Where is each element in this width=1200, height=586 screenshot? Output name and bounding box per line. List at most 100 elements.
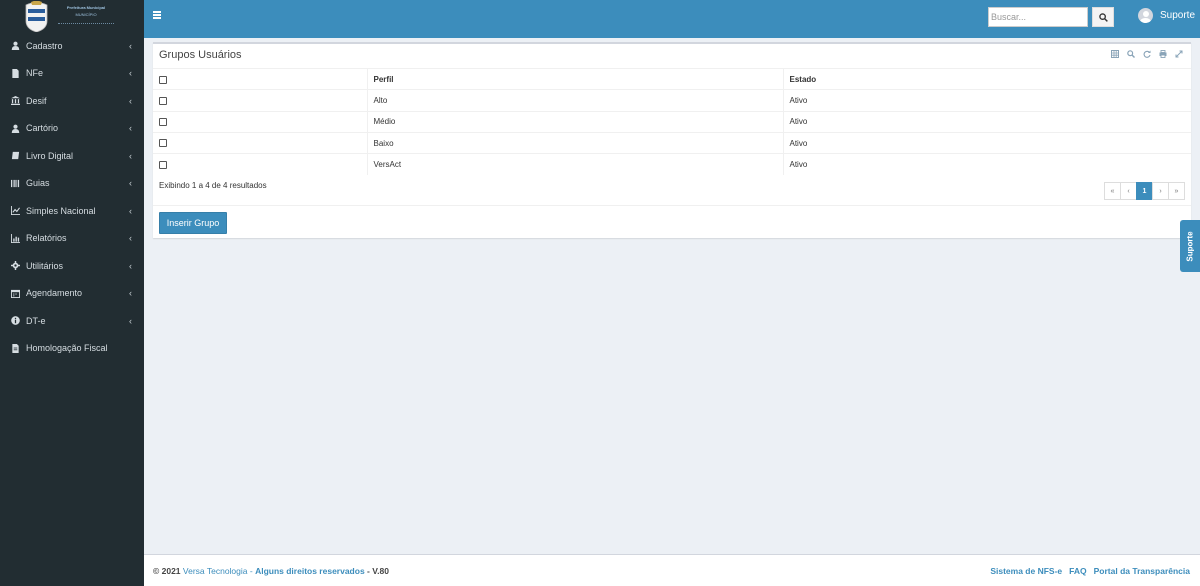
sidebar-item-cartorio[interactable]: Cartório ‹ bbox=[0, 115, 144, 143]
row-checkbox[interactable] bbox=[159, 160, 167, 169]
logo-line-2: MUNICÍPIO bbox=[75, 12, 97, 17]
rights-link[interactable]: Alguns direitos reservados bbox=[255, 566, 365, 576]
sidebar-item-relatorios[interactable]: Relatórios ‹ bbox=[0, 225, 144, 253]
search-icon bbox=[1098, 12, 1108, 22]
column-header-estado[interactable]: Estado bbox=[783, 67, 1191, 90]
refresh-icon[interactable] bbox=[1142, 49, 1151, 58]
row-checkbox[interactable] bbox=[159, 118, 167, 127]
coat-of-arms-icon bbox=[25, 1, 48, 32]
groups-table: Perfil Estado Alto Ativo Médio Ativo Bai… bbox=[153, 67, 1191, 175]
cell-perfil: Médio bbox=[367, 110, 784, 133]
user-icon bbox=[10, 41, 20, 51]
chevron-left-icon: ‹ bbox=[129, 95, 132, 106]
sidebar-item-guias[interactable]: Guias ‹ bbox=[0, 170, 144, 198]
footer-link-faq[interactable]: FAQ bbox=[1069, 566, 1086, 576]
footer-link-transparency[interactable]: Portal da Transparência bbox=[1094, 566, 1190, 576]
row-checkbox[interactable] bbox=[159, 96, 167, 105]
sidebar-item-dte[interactable]: DT-e ‹ bbox=[0, 307, 144, 335]
cell-estado: Ativo bbox=[783, 153, 1191, 175]
line-chart-icon bbox=[10, 206, 20, 216]
cell-perfil: VersAct bbox=[367, 153, 784, 175]
sidebar-item-nfe[interactable]: NFe ‹ bbox=[0, 60, 144, 88]
user-menu[interactable]: Suporte bbox=[1138, 8, 1195, 23]
user-icon bbox=[10, 123, 20, 133]
avatar bbox=[1138, 8, 1153, 23]
cell-estado: Ativo bbox=[783, 131, 1191, 154]
page-prev-button[interactable]: ‹ bbox=[1120, 182, 1137, 200]
chevron-left-icon: ‹ bbox=[129, 233, 132, 244]
footer: © 2021 Versa Tecnologia - Alguns direito… bbox=[144, 554, 1200, 586]
file-text-icon bbox=[10, 343, 20, 353]
page-first-button[interactable]: « bbox=[1104, 182, 1121, 200]
support-tab[interactable]: Suporte bbox=[1180, 220, 1200, 272]
cell-perfil: Alto bbox=[367, 89, 784, 112]
sidebar-item-label: Livro Digital bbox=[26, 150, 74, 161]
book-icon bbox=[10, 151, 20, 161]
table-row[interactable]: Médio Ativo bbox=[153, 110, 1191, 133]
search-input[interactable] bbox=[988, 7, 1088, 27]
sidebar-item-label: Relatórios bbox=[26, 233, 67, 244]
sidebar-menu: Cadastro ‹ NFe ‹ Desif ‹ Cartório ‹ Livr… bbox=[0, 32, 144, 362]
sidebar-item-agendamento[interactable]: Agendamento ‹ bbox=[0, 280, 144, 308]
separator: - bbox=[247, 566, 256, 576]
sidebar: Prefeitura Municipal MUNICÍPIO Cadastro … bbox=[0, 0, 144, 586]
logo-line-1: Prefeitura Municipal bbox=[66, 5, 106, 10]
chevron-left-icon: ‹ bbox=[129, 205, 132, 216]
expand-icon[interactable] bbox=[1174, 49, 1183, 58]
copyright-text: © 2021 bbox=[153, 566, 181, 576]
chevron-left-icon: ‹ bbox=[129, 68, 132, 79]
sidebar-item-label: Desif bbox=[26, 95, 47, 106]
footer-links: Sistema de NFS-e FAQ Portal da Transparê… bbox=[990, 566, 1190, 576]
page-last-button[interactable]: » bbox=[1168, 182, 1185, 200]
sidebar-item-label: NFe bbox=[26, 68, 44, 79]
print-icon[interactable] bbox=[1158, 49, 1167, 58]
logo-divider bbox=[58, 23, 114, 25]
chevron-left-icon: ‹ bbox=[129, 315, 132, 326]
footer-link-nfse[interactable]: Sistema de NFS-e bbox=[990, 566, 1062, 576]
select-all-checkbox[interactable] bbox=[159, 75, 167, 84]
sidebar-item-label: Guias bbox=[26, 178, 50, 189]
sidebar-item-desif[interactable]: Desif ‹ bbox=[0, 87, 144, 115]
gear-icon bbox=[10, 261, 20, 271]
groups-box: Grupos Usuários Perfil Estado Alto Ativo… bbox=[153, 42, 1191, 238]
chevron-left-icon: ‹ bbox=[129, 260, 132, 271]
columns-icon[interactable] bbox=[1110, 49, 1119, 58]
support-tab-label: Suporte bbox=[1185, 230, 1195, 262]
chevron-left-icon: ‹ bbox=[129, 123, 132, 134]
column-header-perfil[interactable]: Perfil bbox=[367, 67, 784, 90]
cell-estado: Ativo bbox=[783, 89, 1191, 112]
box-toolbar bbox=[1110, 49, 1183, 58]
table-row[interactable]: Alto Ativo bbox=[153, 89, 1191, 112]
sidebar-item-simples-nacional[interactable]: Simples Nacional ‹ bbox=[0, 197, 144, 225]
company-link[interactable]: Versa Tecnologia bbox=[183, 566, 248, 576]
page-next-button[interactable]: › bbox=[1152, 182, 1169, 200]
table-row[interactable]: Baixo Ativo bbox=[153, 131, 1191, 154]
search-icon[interactable] bbox=[1126, 49, 1135, 58]
chevron-left-icon: ‹ bbox=[129, 40, 132, 51]
table-row[interactable]: VersAct Ativo bbox=[153, 153, 1191, 175]
sidebar-item-utilitarios[interactable]: Utilitários ‹ bbox=[0, 252, 144, 280]
row-checkbox[interactable] bbox=[159, 139, 167, 148]
sidebar-item-homologacao-fiscal[interactable]: Homologação Fiscal bbox=[0, 335, 144, 363]
bar-chart-icon bbox=[10, 233, 20, 243]
chevron-left-icon: ‹ bbox=[129, 178, 132, 189]
sidebar-item-cadastro[interactable]: Cadastro ‹ bbox=[0, 32, 144, 60]
cell-perfil: Baixo bbox=[367, 131, 784, 154]
page-title: Grupos Usuários bbox=[159, 49, 242, 61]
chevron-left-icon: ‹ bbox=[129, 150, 132, 161]
sidebar-item-livro-digital[interactable]: Livro Digital ‹ bbox=[0, 142, 144, 170]
user-name: Suporte bbox=[1160, 10, 1196, 21]
sidebar-item-label: Agendamento bbox=[26, 288, 83, 299]
sidebar-item-label: Simples Nacional bbox=[26, 205, 96, 216]
barcode-icon bbox=[10, 178, 20, 188]
insert-group-button[interactable]: Inserir Grupo bbox=[159, 212, 227, 234]
top-navbar: Suporte bbox=[144, 0, 1200, 38]
sidebar-item-label: DT-e bbox=[26, 315, 46, 326]
divider bbox=[153, 205, 1191, 206]
search-button[interactable] bbox=[1092, 7, 1114, 27]
hamburger-menu-icon[interactable] bbox=[153, 11, 161, 19]
file-icon bbox=[10, 68, 20, 78]
chevron-left-icon: ‹ bbox=[129, 288, 132, 299]
page-current-button[interactable]: 1 bbox=[1136, 182, 1153, 200]
table-header-row: Perfil Estado bbox=[153, 67, 1191, 90]
